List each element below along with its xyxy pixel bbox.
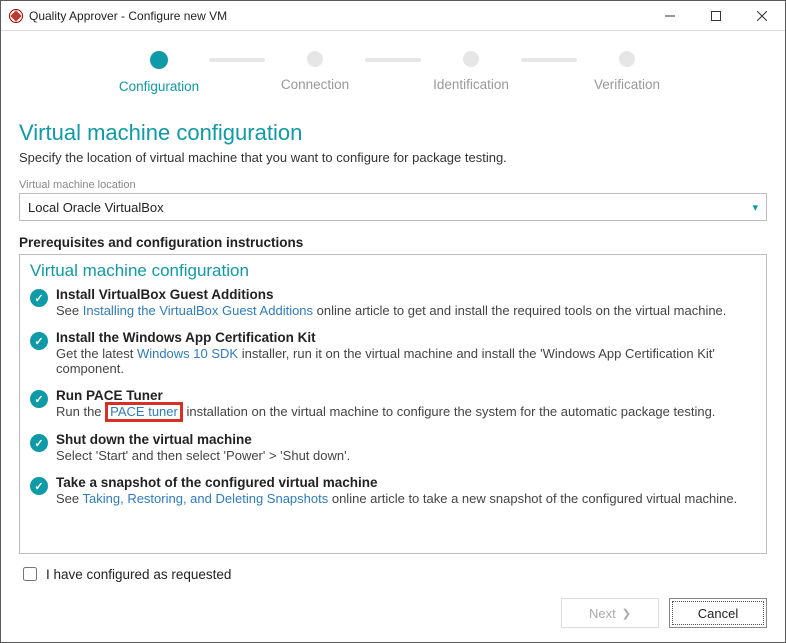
vm-location-label: Virtual machine location bbox=[19, 179, 767, 191]
page-subtitle: Specify the location of virtual machine … bbox=[19, 150, 767, 165]
step-dot-icon bbox=[619, 51, 635, 67]
prereq-desc: Run the PACE tuner installation on the v… bbox=[56, 404, 756, 420]
link-pace-tuner[interactable]: PACE tuner bbox=[110, 404, 178, 419]
minimize-button[interactable] bbox=[647, 1, 693, 30]
chevron-right-icon: ❯ bbox=[622, 607, 631, 620]
instructions-panel: Virtual machine configuration ✓ Install … bbox=[19, 254, 767, 554]
next-button[interactable]: Next ❯ bbox=[561, 598, 659, 628]
prereq-desc: See Installing the VirtualBox Guest Addi… bbox=[56, 303, 756, 318]
prereq-title: Install the Windows App Certification Ki… bbox=[56, 330, 756, 345]
check-icon: ✓ bbox=[30, 390, 48, 408]
prereq-desc: See Taking, Restoring, and Deleting Snap… bbox=[56, 491, 756, 506]
check-icon: ✓ bbox=[30, 332, 48, 350]
step-label: Configuration bbox=[119, 79, 199, 94]
page-heading: Virtual machine configuration bbox=[19, 120, 767, 146]
wizard-stepper: Configuration Connection Identification … bbox=[1, 31, 785, 104]
link-guest-additions[interactable]: Installing the VirtualBox Guest Addition… bbox=[83, 303, 313, 318]
step-configuration: Configuration bbox=[109, 51, 209, 94]
instructions-scroll[interactable]: Virtual machine configuration ✓ Install … bbox=[20, 255, 766, 553]
prereq-item: ✓ Take a snapshot of the configured virt… bbox=[30, 475, 756, 506]
chevron-down-icon: ▾ bbox=[752, 201, 758, 214]
prereq-title: Take a snapshot of the configured virtua… bbox=[56, 475, 756, 490]
prereq-title: Run PACE Tuner bbox=[56, 388, 756, 403]
maximize-button[interactable] bbox=[693, 1, 739, 30]
window-title: Quality Approver - Configure new VM bbox=[29, 9, 227, 23]
instructions-subheading: Virtual machine configuration bbox=[30, 261, 756, 281]
prereq-heading: Prerequisites and configuration instruct… bbox=[19, 235, 767, 250]
step-dot-icon bbox=[307, 51, 323, 67]
titlebar: Quality Approver - Configure new VM bbox=[1, 1, 785, 31]
step-connector bbox=[521, 58, 577, 62]
check-icon: ✓ bbox=[30, 477, 48, 495]
step-label: Identification bbox=[433, 77, 509, 92]
step-connector bbox=[209, 58, 265, 62]
prereq-item: ✓ Run PACE Tuner Run the PACE tuner inst… bbox=[30, 388, 756, 420]
check-icon: ✓ bbox=[30, 434, 48, 452]
prereq-item: ✓ Install VirtualBox Guest Additions See… bbox=[30, 287, 756, 318]
step-identification: Identification bbox=[421, 51, 521, 92]
prereq-item: ✓ Shut down the virtual machine Select '… bbox=[30, 432, 756, 463]
step-dot-icon bbox=[150, 51, 168, 69]
confirm-label: I have configured as requested bbox=[46, 567, 231, 582]
step-dot-icon bbox=[463, 51, 479, 67]
step-connector bbox=[365, 58, 421, 62]
prereq-item: ✓ Install the Windows App Certification … bbox=[30, 330, 756, 376]
prereq-desc: Get the latest Windows 10 SDK installer,… bbox=[56, 346, 756, 376]
confirm-row[interactable]: I have configured as requested bbox=[19, 554, 767, 588]
content-area: Virtual machine configuration Specify th… bbox=[1, 104, 785, 588]
app-icon bbox=[9, 9, 23, 23]
link-windows-sdk[interactable]: Windows 10 SDK bbox=[137, 346, 238, 361]
link-snapshots[interactable]: Taking, Restoring, and Deleting Snapshot… bbox=[83, 491, 329, 506]
step-label: Verification bbox=[594, 77, 660, 92]
step-label: Connection bbox=[281, 77, 349, 92]
prereq-title: Install VirtualBox Guest Additions bbox=[56, 287, 756, 302]
highlight-annotation: PACE tuner bbox=[105, 402, 183, 422]
cancel-button[interactable]: Cancel bbox=[669, 598, 767, 628]
prereq-title: Shut down the virtual machine bbox=[56, 432, 756, 447]
button-bar: Next ❯ Cancel bbox=[1, 588, 785, 642]
vm-location-value: Local Oracle VirtualBox bbox=[28, 200, 164, 215]
confirm-checkbox[interactable] bbox=[23, 567, 37, 581]
app-window: Quality Approver - Configure new VM Conf… bbox=[0, 0, 786, 643]
vm-location-dropdown[interactable]: Local Oracle VirtualBox ▾ bbox=[19, 193, 767, 221]
close-button[interactable] bbox=[739, 1, 785, 30]
check-icon: ✓ bbox=[30, 289, 48, 307]
prereq-desc: Select 'Start' and then select 'Power' >… bbox=[56, 448, 756, 463]
step-connection: Connection bbox=[265, 51, 365, 92]
step-verification: Verification bbox=[577, 51, 677, 92]
